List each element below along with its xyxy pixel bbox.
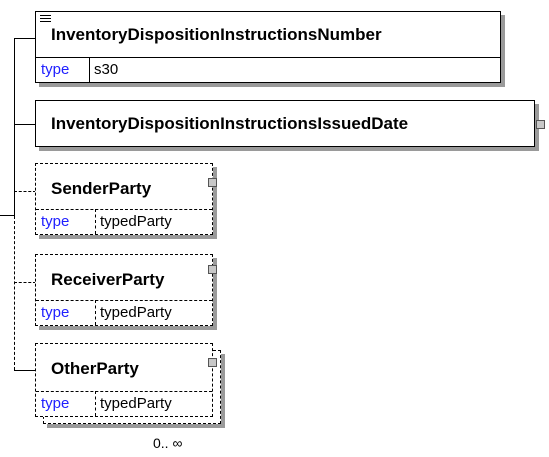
element-box-issued-date[interactable]: InventoryDispositionInstructionsIssuedDa… bbox=[35, 100, 535, 147]
type-value-row: typedParty bbox=[100, 212, 172, 231]
element-box-receiver[interactable]: ReceiverParty type typedParty bbox=[35, 254, 213, 326]
branch-receiver bbox=[14, 282, 36, 283]
element-box-number[interactable]: InventoryDispositionInstructionsNumber t… bbox=[35, 11, 501, 83]
type-label[interactable]: type bbox=[41, 61, 69, 78]
cardinality-label: 0.. ∞ bbox=[153, 435, 183, 451]
type-separator bbox=[36, 57, 500, 58]
type-divider bbox=[95, 209, 96, 234]
branch-other bbox=[14, 370, 36, 371]
type-divider bbox=[95, 300, 96, 325]
type-value: typedParty bbox=[100, 304, 172, 321]
type-value: typedParty bbox=[100, 213, 172, 230]
type-label[interactable]: type bbox=[41, 395, 69, 412]
type-value: s30 bbox=[94, 61, 119, 78]
type-value-row: typedParty bbox=[100, 394, 172, 413]
type-label[interactable]: type bbox=[41, 304, 69, 321]
type-divider bbox=[89, 57, 90, 82]
child-connector-icon[interactable] bbox=[208, 265, 217, 274]
type-value-row: typedParty bbox=[100, 303, 172, 322]
type-value-row: s30 bbox=[94, 60, 118, 79]
type-separator bbox=[36, 209, 212, 210]
element-name: InventoryDispositionInstructionsIssuedDa… bbox=[51, 114, 409, 133]
type-row: type bbox=[41, 60, 69, 79]
element-name: OtherParty bbox=[51, 359, 139, 378]
type-value: typedParty bbox=[100, 395, 172, 412]
branch-number bbox=[14, 38, 36, 39]
tree-root-stub bbox=[0, 215, 14, 216]
child-connector-icon[interactable] bbox=[208, 178, 217, 187]
element-box-other[interactable]: OtherParty type typedParty bbox=[35, 343, 213, 417]
child-connector-icon[interactable] bbox=[536, 120, 545, 129]
type-label[interactable]: type bbox=[41, 213, 69, 230]
tree-trunk-dashed bbox=[14, 216, 15, 370]
type-separator bbox=[36, 300, 212, 301]
documentation-lines-icon bbox=[40, 15, 51, 23]
type-row: type bbox=[41, 394, 69, 413]
branch-sender bbox=[14, 191, 36, 192]
child-connector-icon[interactable] bbox=[208, 358, 217, 367]
branch-issued-date bbox=[14, 124, 36, 125]
type-row: type bbox=[41, 303, 69, 322]
type-divider bbox=[95, 391, 96, 416]
element-name: SenderParty bbox=[51, 179, 152, 198]
element-name: InventoryDispositionInstructionsNumber bbox=[51, 25, 382, 44]
type-row: type bbox=[41, 212, 69, 231]
element-name: ReceiverParty bbox=[51, 270, 165, 289]
type-separator bbox=[36, 391, 212, 392]
element-box-sender[interactable]: SenderParty type typedParty bbox=[35, 163, 213, 235]
tree-trunk-solid bbox=[14, 38, 15, 216]
